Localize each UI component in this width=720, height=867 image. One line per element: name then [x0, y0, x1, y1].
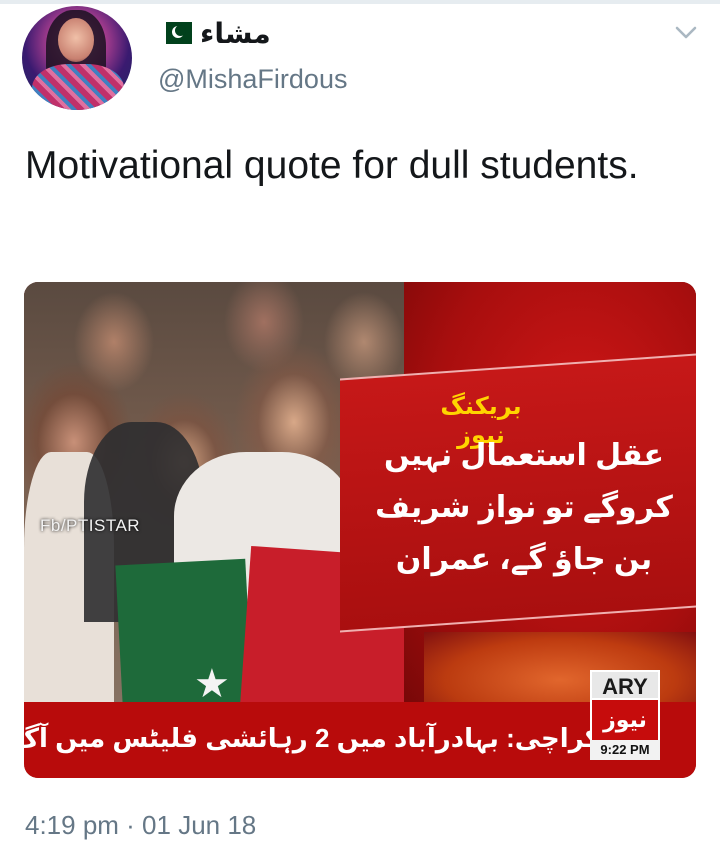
user-handle[interactable]: @MishaFirdous — [158, 64, 347, 95]
channel-logo: ARY نیوز 9:22 PM — [590, 670, 660, 760]
tweet-timestamp[interactable]: 4:19 pm · 01 Jun 18 — [25, 810, 256, 841]
top-divider — [0, 0, 720, 4]
chevron-down-icon[interactable] — [674, 20, 698, 44]
pakistan-flag-icon — [158, 22, 192, 44]
quote-line: کروگے تو نواز شریف — [375, 491, 673, 524]
avatar-face — [58, 18, 94, 62]
flag-star-icon: ★ — [194, 662, 230, 706]
logo-brand: ARY — [590, 670, 660, 700]
logo-news: نیوز — [590, 700, 660, 740]
display-name[interactable]: مشاء — [200, 17, 271, 50]
avatar-clothing — [32, 64, 124, 110]
quote-line: بن جاؤ گے، عمران — [395, 543, 653, 576]
avatar[interactable] — [22, 6, 132, 110]
broadcast-time: 9:22 PM — [590, 740, 660, 760]
news-quote: عقل استعمال نہیں کروگے تو نواز شریف بن ج… — [364, 430, 684, 586]
tweet-media-image[interactable]: ★ Fb/PTISTAR بریکنگ نیوز عقل استعمال نہی… — [24, 282, 696, 778]
quote-line: عقل استعمال نہیں — [384, 439, 664, 472]
ticker-text: کراچی: بہادرآباد میں 2 رہائشی فلیٹس میں … — [24, 723, 600, 753]
author-name-row[interactable]: مشاء — [158, 16, 271, 50]
tweet-text: Motivational quote for dull students. — [25, 144, 639, 187]
photo-credit: Fb/PTISTAR — [40, 516, 141, 535]
